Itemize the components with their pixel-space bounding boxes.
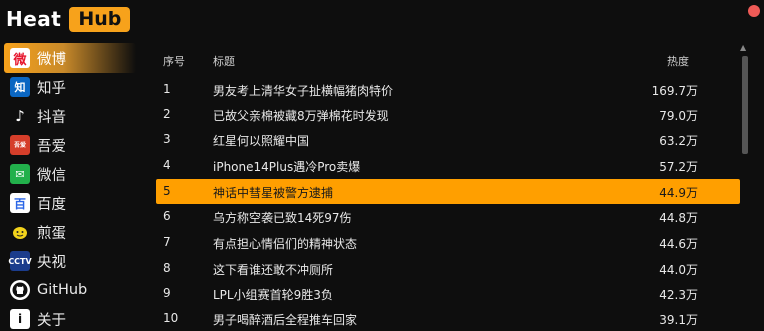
row-heat: 57.2万 [659, 160, 698, 174]
header-title: 标题 [213, 55, 235, 68]
header-heat: 热度 [667, 55, 689, 68]
table-row[interactable]: 4 iPhone14Plus遇冷Pro卖爆 57.2万 [156, 153, 740, 178]
sidebar-item-label: 煎蛋 [37, 225, 66, 242]
table-row[interactable]: 3 红星何以照耀中国 63.2万 [156, 127, 740, 152]
52pojie-icon: 吾爱 [10, 135, 30, 155]
sidebar-item-label: 吾爱 [37, 138, 66, 155]
row-rank: 2 [163, 107, 171, 121]
row-rank: 10 [163, 311, 179, 325]
sidebar-item-cctv[interactable]: CCTV 央视 [4, 246, 136, 276]
sidebar-item-jandan[interactable]: 煎蛋 [4, 217, 136, 247]
logo-heat-text: Heat [6, 7, 62, 31]
scrollbar-thumb[interactable] [742, 56, 748, 154]
row-heat: 169.7万 [651, 84, 698, 98]
row-rank: 7 [163, 235, 171, 249]
row-heat: 44.0万 [659, 263, 698, 277]
app-logo: Heat Hub [6, 5, 131, 33]
table-row[interactable]: 9 LPL小组赛首轮9胜3负 42.3万 [156, 281, 740, 306]
sidebar-item-label: 微博 [37, 51, 66, 68]
row-rank: 5 [163, 184, 171, 198]
row-heat: 42.3万 [659, 288, 698, 302]
wechat-icon: ✉ [10, 164, 30, 184]
sidebar-item-zhihu[interactable]: 知 知乎 [4, 72, 136, 102]
row-heat: 63.2万 [659, 134, 698, 148]
table-row[interactable]: 6 乌方称空袭已致14死97伤 44.8万 [156, 204, 740, 229]
sidebar: 微 微博 知 知乎 ♪ 抖音 吾爱 吾爱 ✉ 微信 百 百度 煎蛋 CCTV 央… [0, 40, 140, 331]
close-window-button[interactable] [748, 5, 760, 17]
row-heat: 44.8万 [659, 211, 698, 225]
sidebar-item-baidu[interactable]: 百 百度 [4, 188, 136, 218]
sidebar-item-label: 微信 [37, 167, 66, 184]
row-title: 红星何以照耀中国 [213, 134, 310, 148]
row-rank: 1 [163, 82, 171, 96]
sidebar-item-wechat[interactable]: ✉ 微信 [4, 159, 136, 189]
row-title: 有点担心情侣们的精神状态 [213, 237, 358, 251]
table-row[interactable]: 1 男友考上清华女子扯横幅猪肉特价 169.7万 [156, 77, 740, 102]
row-title: 男子喝醉酒后全程推车回家 [213, 313, 358, 327]
sidebar-item-label: 央视 [37, 254, 66, 271]
row-title: 已故父亲棉被藏8万弹棉花时发现 [213, 109, 389, 123]
row-title: 男友考上清华女子扯横幅猪肉特价 [213, 84, 394, 98]
row-rank: 6 [163, 209, 171, 223]
row-rank: 4 [163, 158, 171, 172]
row-heat: 44.9万 [659, 186, 698, 200]
row-heat: 44.6万 [659, 237, 698, 251]
douyin-icon: ♪ [15, 107, 25, 125]
sidebar-item-label: 知乎 [37, 80, 66, 97]
table-row[interactable]: 7 有点担心情侣们的精神状态 44.6万 [156, 230, 740, 255]
weibo-icon: 微 [10, 48, 30, 68]
logo-hub-badge: Hub [69, 6, 131, 32]
table-header: 序号 标题 热度 [156, 46, 740, 74]
baidu-icon: 百 [10, 193, 30, 213]
row-heat: 39.1万 [659, 313, 698, 327]
title-bar: Heat Hub [0, 0, 764, 38]
table-row[interactable]: 8 这下看谁还敢不冲厕所 44.0万 [156, 256, 740, 281]
row-title: iPhone14Plus遇冷Pro卖爆 [213, 160, 361, 174]
row-title: 神话中彗星被警方逮捕 [213, 186, 334, 200]
table-row[interactable]: 10 男子喝醉酒后全程推车回家 39.1万 [156, 306, 740, 331]
sidebar-item-weibo[interactable]: 微 微博 [4, 43, 136, 73]
row-rank: 8 [163, 261, 171, 275]
table-row[interactable]: 2 已故父亲棉被藏8万弹棉花时发现 79.0万 [156, 102, 740, 127]
scroll-up-arrow-icon[interactable]: ▲ [740, 43, 748, 52]
table-row-selected[interactable]: 5 神话中彗星被警方逮捕 44.9万 [156, 179, 740, 204]
row-rank: 9 [163, 286, 171, 300]
sidebar-item-about[interactable]: i 关于 [4, 304, 136, 331]
cctv-icon: CCTV [8, 251, 32, 271]
row-rank: 3 [163, 132, 171, 146]
sidebar-item-label: GitHub [37, 282, 88, 298]
sidebar-item-label: 抖音 [37, 109, 66, 126]
row-title: 这下看谁还敢不冲厕所 [213, 263, 334, 277]
row-title: 乌方称空袭已致14死97伤 [213, 211, 352, 225]
sidebar-item-label: 关于 [37, 312, 66, 329]
row-title: LPL小组赛首轮9胜3负 [213, 288, 333, 302]
about-icon: i [10, 309, 30, 329]
sidebar-item-label: 百度 [37, 196, 66, 213]
github-icon [10, 280, 30, 300]
sidebar-item-github[interactable]: GitHub [4, 275, 136, 305]
row-heat: 79.0万 [659, 109, 698, 123]
zhihu-icon: 知 [10, 77, 30, 97]
sidebar-item-douyin[interactable]: ♪ 抖音 [4, 101, 136, 131]
header-rank: 序号 [163, 55, 185, 68]
jandan-icon [10, 222, 30, 242]
sidebar-item-52pojie[interactable]: 吾爱 吾爱 [4, 130, 136, 160]
